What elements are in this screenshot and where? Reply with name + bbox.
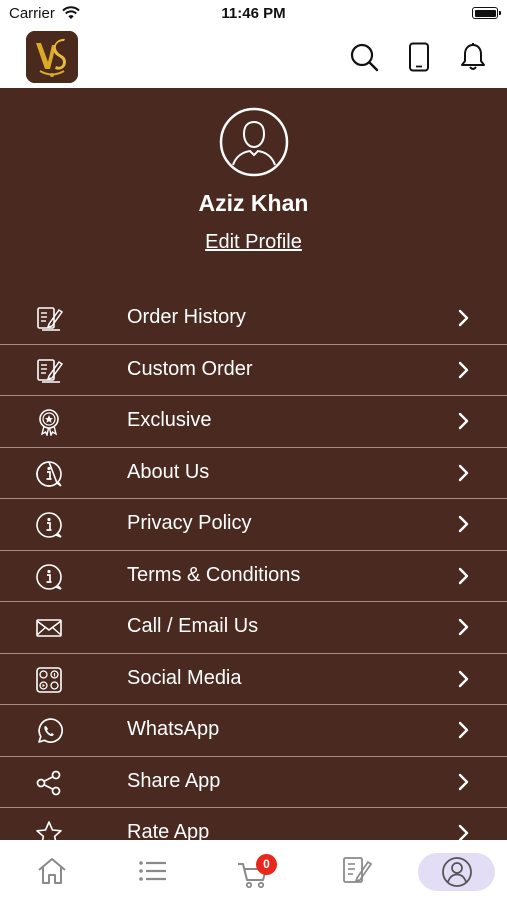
menu-item-terms-conditions[interactable]: Terms & Conditions bbox=[0, 551, 507, 602]
battery-icon bbox=[472, 7, 501, 19]
menu-item-label: Custom Order bbox=[127, 357, 253, 380]
menu-item-whatsapp[interactable]: WhatsApp bbox=[0, 705, 507, 757]
chevron-right-icon bbox=[458, 515, 469, 533]
mail-icon bbox=[36, 619, 62, 637]
order-list-icon bbox=[37, 307, 63, 331]
social-media-icon bbox=[36, 666, 62, 693]
chevron-right-icon bbox=[458, 721, 469, 739]
menu-item-social-media[interactable]: Social Media bbox=[0, 654, 507, 705]
chevron-right-icon bbox=[458, 567, 469, 584]
menu-item-label: Terms & Conditions bbox=[127, 563, 301, 586]
logo-emblem-icon bbox=[26, 31, 78, 83]
profile-icon[interactable] bbox=[440, 855, 474, 889]
search-icon[interactable] bbox=[349, 42, 379, 72]
edit-profile-link[interactable]: Edit Profile bbox=[0, 231, 507, 254]
info-icon bbox=[36, 512, 62, 538]
chevron-right-icon bbox=[458, 361, 469, 378]
phone-icon[interactable] bbox=[404, 42, 434, 72]
home-icon[interactable] bbox=[35, 854, 69, 888]
menu-item-label: Share App bbox=[127, 769, 221, 792]
chevron-right-icon bbox=[458, 824, 469, 840]
menu-item-call-email[interactable]: Call / Email Us bbox=[0, 602, 507, 654]
status-bar: Carrier 11:46 PM bbox=[0, 0, 507, 28]
user-avatar-icon bbox=[219, 107, 289, 177]
info-icon bbox=[36, 460, 62, 487]
menu-item-label: Call / Email Us bbox=[127, 615, 259, 637]
badge-star-icon bbox=[39, 409, 59, 436]
whatsapp-icon bbox=[38, 718, 63, 743]
chevron-right-icon bbox=[458, 309, 469, 327]
bell-icon[interactable] bbox=[458, 42, 488, 72]
list-icon[interactable] bbox=[136, 854, 170, 888]
menu-item-custom-order[interactable]: Custom Order bbox=[0, 345, 507, 396]
cart-count-badge: 0 bbox=[256, 854, 277, 875]
menu-item-label: Social Media bbox=[127, 666, 242, 689]
menu-item-label: Exclusive bbox=[127, 409, 212, 431]
custom-order-icon bbox=[37, 358, 63, 383]
chevron-right-icon bbox=[458, 412, 469, 430]
order-icon[interactable] bbox=[339, 854, 373, 888]
menu-item-label: WhatsApp bbox=[127, 718, 220, 740]
star-icon bbox=[36, 821, 62, 840]
chevron-right-icon bbox=[458, 773, 469, 790]
menu-item-about-us[interactable]: About Us bbox=[0, 448, 507, 499]
app-header bbox=[0, 28, 507, 88]
menu-item-label: Rate App bbox=[127, 821, 210, 840]
menu-item-label: Privacy Policy bbox=[127, 512, 252, 534]
menu-item-share-app[interactable]: Share App bbox=[0, 757, 507, 808]
menu-item-exclusive[interactable]: Exclusive bbox=[0, 396, 507, 448]
info-icon bbox=[36, 563, 62, 590]
chevron-right-icon bbox=[458, 618, 469, 636]
profile-menu: Order History Custom Order Exclusive Abo… bbox=[0, 293, 507, 840]
menu-item-rate-app[interactable]: Rate App bbox=[0, 808, 507, 840]
menu-item-label: About Us bbox=[127, 460, 210, 483]
share-icon bbox=[36, 770, 61, 795]
user-name: Aziz Khan bbox=[198, 190, 309, 216]
menu-item-label: Order History bbox=[127, 306, 246, 328]
clock-time: 11:46 PM bbox=[221, 5, 286, 22]
vs-brand-logo[interactable] bbox=[26, 31, 78, 83]
bottom-tab-bar: 0 bbox=[0, 840, 507, 900]
profile-panel: Aziz Khan Edit Profile Order History Cus… bbox=[0, 88, 507, 840]
chevron-right-icon bbox=[458, 464, 469, 481]
chevron-right-icon bbox=[458, 670, 469, 687]
menu-item-order-history[interactable]: Order History bbox=[0, 293, 507, 345]
menu-item-privacy-policy[interactable]: Privacy Policy bbox=[0, 499, 507, 551]
